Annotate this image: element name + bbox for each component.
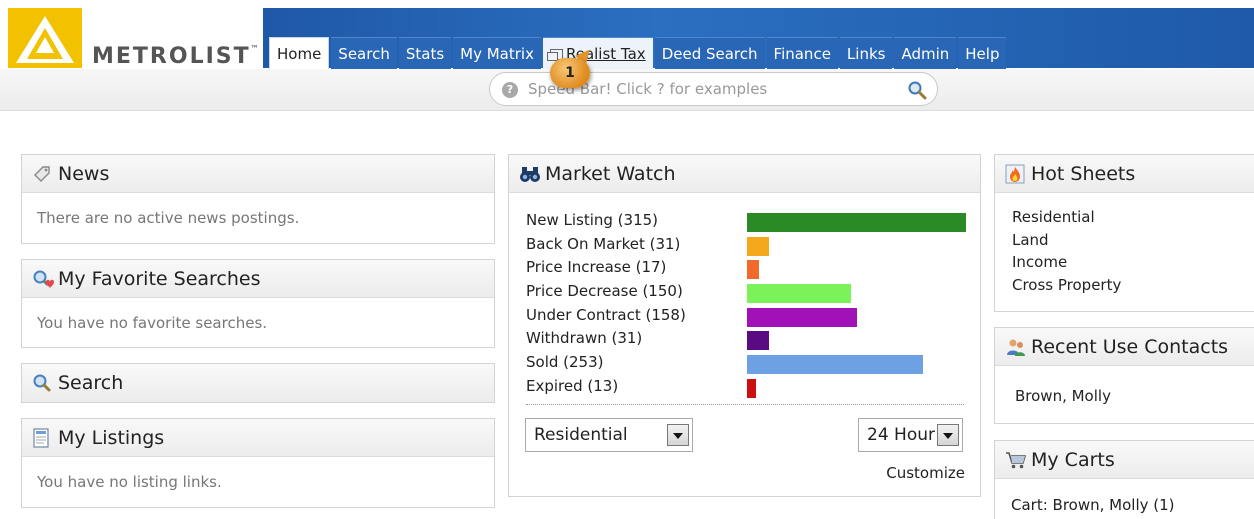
- my-carts-panel: My Carts Cart: Brown, Molly (1): [994, 440, 1254, 519]
- tab-stats[interactable]: Stats: [398, 37, 452, 69]
- my-carts-header: My Carts: [995, 441, 1254, 479]
- main-nav-tabs: Home Search Stats My Matrix Realist Tax …: [269, 37, 1008, 69]
- market-watch-bar[interactable]: [747, 331, 769, 351]
- hot-sheet-item[interactable]: Income: [1012, 251, 1254, 274]
- recent-contacts-panel: Recent Use Contacts Brown, Molly: [994, 327, 1254, 424]
- my-listings-header: My Listings: [22, 419, 494, 457]
- news-header: News: [22, 155, 494, 193]
- market-watch-row[interactable]: Under Contract (158): [526, 306, 966, 330]
- step-callout: 1: [550, 45, 595, 92]
- binoculars-icon: [519, 164, 540, 184]
- favorite-searches-empty-text: You have no favorite searches.: [37, 314, 268, 332]
- contact-item[interactable]: Brown, Molly: [1015, 385, 1254, 408]
- document-icon: [32, 427, 52, 448]
- market-watch-bar[interactable]: [747, 236, 769, 256]
- recent-contacts-title: Recent Use Contacts: [1031, 335, 1229, 358]
- brand-logo[interactable]: METROLIST™: [8, 8, 263, 69]
- tab-help[interactable]: Help: [958, 37, 1007, 69]
- market-watch-title: Market Watch: [545, 162, 676, 185]
- hot-sheet-item[interactable]: Residential: [1012, 206, 1254, 229]
- market-watch-row[interactable]: Withdrawn (31): [526, 329, 966, 353]
- news-panel: News There are no active news postings.: [21, 154, 495, 244]
- market-watch-label[interactable]: Withdrawn (31): [526, 329, 642, 347]
- market-watch-panel: Market Watch New Listing (315) Back On Ma…: [508, 154, 981, 497]
- tab-search[interactable]: Search: [331, 37, 397, 69]
- tab-finance[interactable]: Finance: [766, 37, 838, 69]
- hot-sheets-header: Hot Sheets: [995, 155, 1254, 193]
- market-watch-label[interactable]: Under Contract (158): [526, 306, 686, 324]
- market-watch-row[interactable]: Price Decrease (150): [526, 282, 966, 306]
- my-listings-empty-text: You have no listing links.: [37, 473, 222, 491]
- market-watch-header: Market Watch: [509, 155, 980, 193]
- news-empty-text: There are no active news postings.: [37, 209, 300, 227]
- chevron-down-icon[interactable]: [937, 424, 959, 446]
- search-header[interactable]: Search: [22, 364, 494, 402]
- market-watch-label[interactable]: Price Decrease (150): [526, 282, 683, 300]
- search-icon[interactable]: [907, 80, 927, 104]
- help-question-icon[interactable]: ?: [502, 82, 518, 98]
- favorite-search-icon: [32, 269, 54, 289]
- favorite-searches-header: My Favorite Searches: [22, 260, 494, 298]
- news-title: News: [58, 162, 110, 185]
- market-watch-bar[interactable]: [747, 307, 857, 327]
- market-watch-row[interactable]: Back On Market (31): [526, 235, 966, 259]
- market-watch-row[interactable]: Sold (253): [526, 353, 966, 377]
- market-watch-row[interactable]: Expired (13): [526, 377, 966, 401]
- customize-link[interactable]: Customize: [886, 464, 965, 482]
- tab-links[interactable]: Links: [839, 37, 893, 69]
- search-icon: [32, 373, 52, 393]
- market-watch-list: New Listing (315) Back On Market (31) Pric…: [526, 211, 966, 401]
- recent-contacts-header: Recent Use Contacts: [995, 328, 1254, 366]
- tab-deed-search[interactable]: Deed Search: [654, 37, 765, 69]
- hot-sheets-panel: Hot Sheets Residential Land Income Cross…: [994, 154, 1254, 312]
- market-watch-label[interactable]: Back On Market (31): [526, 235, 680, 253]
- tag-icon: [32, 164, 52, 184]
- hot-sheets-title: Hot Sheets: [1031, 162, 1136, 185]
- property-type-select[interactable]: Residential: [525, 418, 693, 452]
- tab-admin[interactable]: Admin: [894, 37, 957, 69]
- my-carts-title: My Carts: [1031, 448, 1115, 471]
- market-watch-label[interactable]: Price Increase (17): [526, 258, 666, 276]
- chevron-down-icon[interactable]: [667, 424, 689, 446]
- favorite-searches-title: My Favorite Searches: [58, 267, 261, 290]
- time-window-value: 24 Hour: [867, 425, 935, 445]
- contacts-icon: [1005, 337, 1025, 357]
- my-listings-panel: My Listings You have no listing links.: [21, 418, 495, 508]
- hot-sheet-item[interactable]: Land: [1012, 229, 1254, 252]
- callout-number: 1: [550, 58, 590, 88]
- property-type-value: Residential: [534, 425, 628, 445]
- market-watch-label[interactable]: Sold (253): [526, 353, 604, 371]
- tab-my-matrix[interactable]: My Matrix: [453, 37, 541, 69]
- market-watch-bar[interactable]: [747, 213, 966, 232]
- market-watch-label[interactable]: Expired (13): [526, 377, 618, 395]
- market-watch-label[interactable]: New Listing (315): [526, 211, 658, 229]
- market-watch-bar[interactable]: [747, 284, 851, 304]
- market-watch-row[interactable]: New Listing (315): [526, 211, 966, 235]
- time-window-select[interactable]: 24 Hour: [858, 418, 963, 452]
- tab-home[interactable]: Home: [269, 37, 330, 69]
- flame-icon: [1005, 164, 1025, 184]
- logo-mark-icon: [8, 8, 82, 68]
- market-watch-bar[interactable]: [747, 355, 923, 375]
- top-header: METROLIST™ Home Search Stats My Matrix R…: [0, 0, 1254, 70]
- cart-icon: [1005, 450, 1027, 470]
- brand-name: METROLIST™: [92, 44, 259, 69]
- search-panel[interactable]: Search: [21, 363, 495, 403]
- market-watch-bar[interactable]: [747, 378, 756, 398]
- market-watch-row[interactable]: Price Increase (17): [526, 258, 966, 282]
- my-listings-title: My Listings: [58, 426, 165, 449]
- hot-sheet-item[interactable]: Cross Property: [1012, 274, 1254, 297]
- cart-item[interactable]: Cart: Brown, Molly (1): [1011, 494, 1254, 517]
- market-watch-bar[interactable]: [747, 260, 759, 280]
- market-watch-divider: [526, 404, 964, 405]
- favorite-searches-panel: My Favorite Searches You have no favorit…: [21, 259, 495, 348]
- search-title: Search: [58, 372, 124, 394]
